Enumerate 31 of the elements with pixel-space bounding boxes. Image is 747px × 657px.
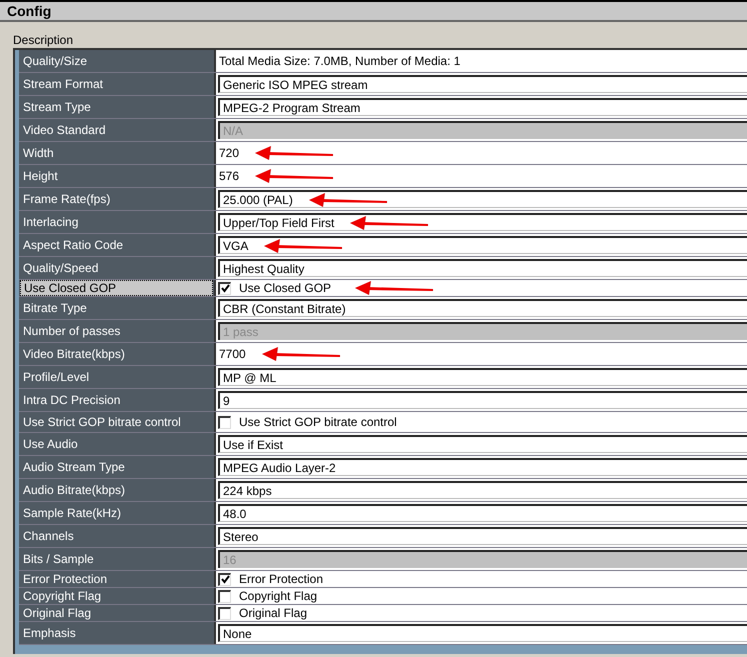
value-field[interactable]: MPEG Audio Layer-2 [218,458,747,476]
value-field[interactable]: None [218,624,747,642]
value-field[interactable]: 9 [218,391,747,409]
property-label[interactable]: Use Closed GOP [20,280,213,296]
value-field[interactable]: Stereo [218,527,747,545]
value-text: 720 [219,145,240,162]
checkbox-label[interactable]: Error Protection [239,570,324,588]
checkbox[interactable] [218,282,231,294]
checkbox-label[interactable]: Use Closed GOP [239,279,332,297]
checkbox[interactable] [218,606,231,620]
value-field[interactable]: 25.000 (PAL) [218,190,747,208]
value-field[interactable]: Highest Quality [218,259,747,277]
value-text: Total Media Size: 7.0MB, Number of Media: 1 [219,53,460,70]
checkbox[interactable] [218,416,231,428]
value-field[interactable]: 224 kbps [218,481,747,499]
checkbox-label[interactable]: Original Flag [239,604,308,622]
value-field[interactable]: CBR (Constant Bitrate) [218,299,747,317]
value-field[interactable]: Upper/Top Field First [218,213,747,231]
checkbox[interactable] [218,590,231,602]
checkbox-label[interactable]: Copyright Flag [239,587,318,605]
group-label: Description [13,32,74,48]
value-field[interactable]: Generic ISO MPEG stream [218,75,747,93]
window-title-bar: Config [0,0,747,22]
value-text: 7700 [219,346,246,363]
value-field[interactable]: Use if Exist [218,435,747,453]
value-field[interactable]: 48.0 [218,504,747,522]
value-field[interactable]: MPEG-2 Program Stream [218,98,747,116]
value-field[interactable]: VGA [218,236,747,254]
value-field[interactable]: MP @ ML [218,368,747,386]
checkbox[interactable] [218,572,231,586]
value-text: 576 [219,168,240,185]
